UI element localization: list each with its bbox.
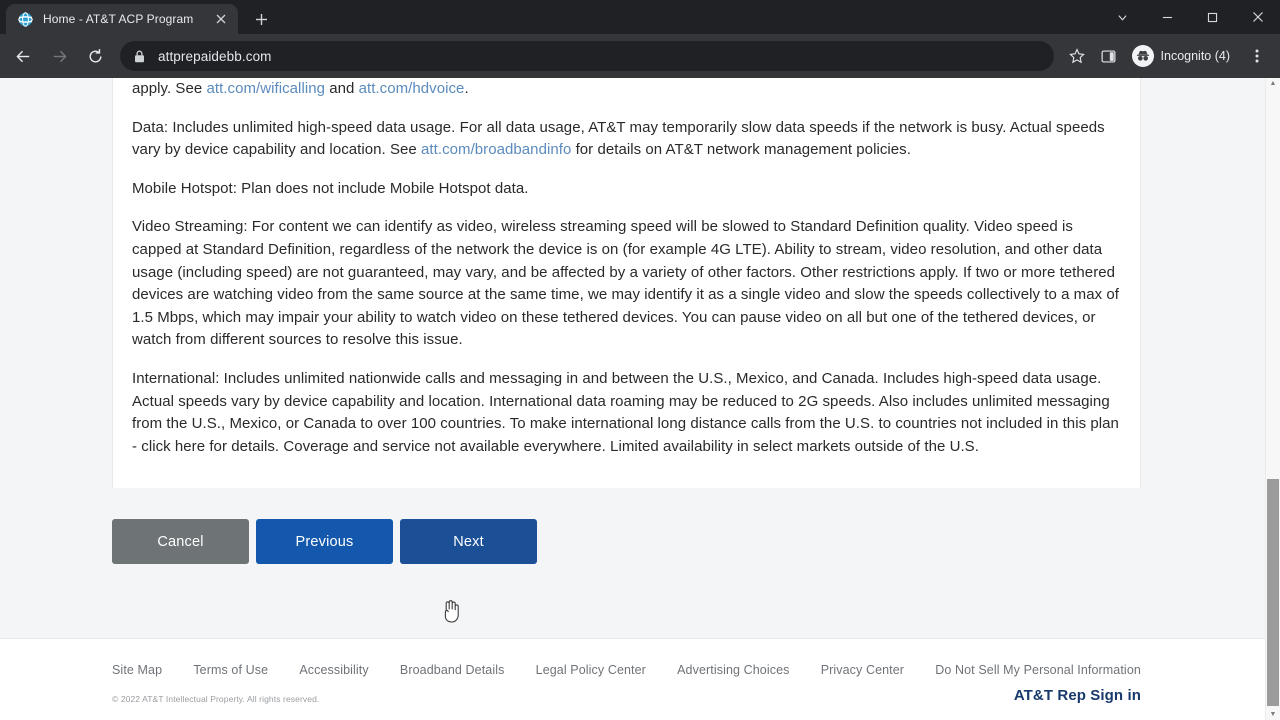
reload-icon[interactable] (80, 41, 110, 71)
footer-link[interactable]: Privacy Center (821, 663, 904, 677)
url-text: attprepaidebb.com (158, 48, 272, 64)
close-icon[interactable] (1235, 0, 1280, 34)
terms-link[interactable]: att.com/hdvoice (359, 80, 465, 97)
browser-window: Home - AT&T ACP Program attprepaidebb.co… (0, 0, 1280, 720)
back-arrow-icon[interactable] (8, 41, 38, 71)
incognito-label: Incognito (4) (1160, 49, 1230, 63)
att-globe-icon (17, 11, 33, 27)
terms-paragraph-international: International: Includes unlimited nation… (132, 369, 1119, 455)
terms-paragraph-data: Data: Includes unlimited high-speed data… (132, 118, 1105, 159)
footer-link[interactable]: Terms of Use (193, 663, 268, 677)
footer-link[interactable]: Site Map (112, 663, 162, 677)
cancel-button[interactable]: Cancel (112, 519, 249, 565)
terms-link[interactable]: att.com/wificalling (207, 80, 326, 97)
terms-paragraph-wificalling: apply. See att.com/wificalling and att.c… (132, 80, 469, 97)
browser-tab[interactable]: Home - AT&T ACP Program (6, 4, 238, 34)
forward-arrow-icon (44, 41, 74, 71)
footer-link[interactable]: Do Not Sell My Personal Information (935, 663, 1141, 677)
terms-paragraph-video-streaming: Video Streaming: For content we can iden… (132, 218, 1119, 349)
scrollbar-track[interactable] (1267, 92, 1279, 706)
side-panel-icon[interactable] (1094, 41, 1124, 71)
new-tab-button[interactable] (247, 5, 275, 33)
star-icon[interactable] (1062, 41, 1092, 71)
terms-card: apply. See att.com/wificalling and att.c… (112, 78, 1141, 489)
scroll-down-arrow-icon[interactable]: ▼ (1270, 711, 1277, 718)
terms-link[interactable]: att.com/broadbandinfo (421, 141, 571, 158)
page-scrollbar[interactable]: ▲ ▼ (1265, 78, 1280, 720)
incognito-icon (1131, 45, 1154, 67)
scrollbar-thumb[interactable] (1267, 478, 1279, 706)
incognito-indicator[interactable]: Incognito (4) (1128, 42, 1240, 70)
wizard-button-row: Cancel Previous Next (112, 519, 1265, 565)
previous-button[interactable]: Previous (256, 519, 393, 565)
page-viewport: apply. See att.com/wificalling and att.c… (0, 78, 1280, 720)
scroll-up-arrow-icon[interactable]: ▲ (1270, 80, 1277, 87)
terms-content-area: apply. See att.com/wificalling and att.c… (0, 78, 1265, 489)
rep-sign-in-link[interactable]: AT&T Rep Sign in (1014, 687, 1141, 704)
tab-strip: Home - AT&T ACP Program (0, 0, 1280, 34)
minimize-icon[interactable] (1145, 0, 1190, 34)
tab-title: Home - AT&T ACP Program (43, 12, 194, 26)
footer-link[interactable]: Advertising Choices (677, 663, 789, 677)
lock-icon (132, 49, 147, 64)
footer-link[interactable]: Accessibility (299, 663, 368, 677)
terms-paragraph-mobile-hotspot: Mobile Hotspot: Plan does not include Mo… (132, 179, 529, 197)
footer-link[interactable]: Legal Policy Center (536, 663, 646, 677)
next-button[interactable]: Next (400, 519, 537, 565)
kebab-menu-icon[interactable] (1242, 41, 1272, 71)
browser-toolbar: attprepaidebb.com Incognito (4) (0, 34, 1280, 78)
footer-links: Site Map Terms of Use Accessibility Broadba… (112, 663, 1141, 677)
maximize-icon[interactable] (1190, 0, 1235, 34)
chevron-down-icon[interactable] (1100, 0, 1145, 34)
footer-bottom-row: © 2022 AT&T Intellectual Property. All r… (112, 687, 1141, 704)
page-content: apply. See att.com/wificalling and att.c… (0, 78, 1265, 720)
address-bar[interactable]: attprepaidebb.com (120, 41, 1054, 71)
close-icon[interactable] (212, 10, 230, 28)
page-footer: Site Map Terms of Use Accessibility Broadba… (0, 638, 1265, 720)
copyright-text: © 2022 AT&T Intellectual Property. All r… (112, 694, 320, 704)
window-controls (1100, 0, 1280, 34)
footer-link[interactable]: Broadband Details (400, 663, 505, 677)
